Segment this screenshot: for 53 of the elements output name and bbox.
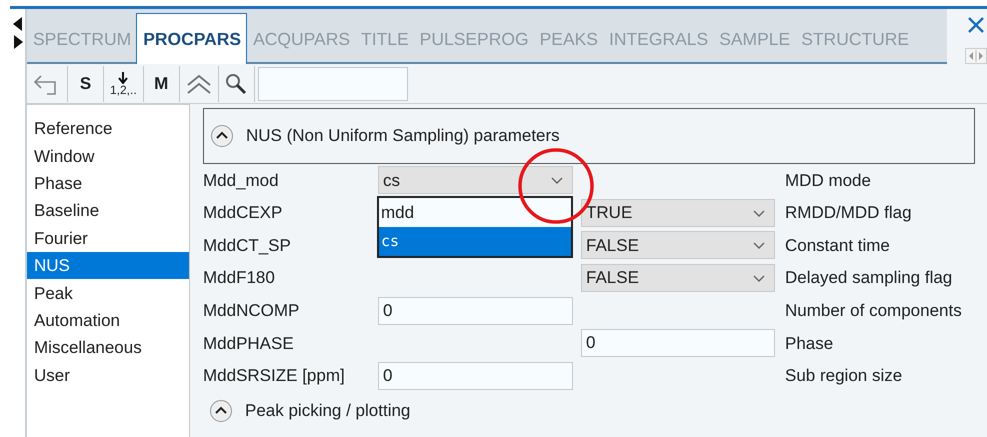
- sidebar-item[interactable]: Peak: [27, 279, 189, 307]
- chevron-down-icon: [550, 175, 564, 186]
- sidebar-item[interactable]: Reference: [27, 115, 189, 142]
- parameter-description: MDD mode: [785, 170, 872, 192]
- parameter-label: MddCEXP: [203, 202, 284, 224]
- collapse-icon[interactable]: [209, 398, 233, 423]
- text-field[interactable]: 0: [378, 296, 573, 325]
- dropdown[interactable]: FALSE: [581, 231, 775, 260]
- tab[interactable]: PROCPARS: [136, 12, 248, 64]
- toolbar-button[interactable]: S: [68, 66, 104, 102]
- sidebar-item[interactable]: NUS: [27, 252, 189, 280]
- dropdown[interactable]: cs: [378, 166, 573, 194]
- chevron-down-icon: [752, 273, 766, 284]
- section-title: NUS (Non Uniform Sampling) parameters: [246, 125, 560, 148]
- parameter-description: Constant time: [785, 234, 891, 257]
- double-chevron-icon: [186, 72, 212, 94]
- parameter-label: MddPHASE: [203, 332, 295, 355]
- parameter-description: Sub region size: [785, 365, 904, 388]
- text-field[interactable]: 0: [581, 329, 775, 358]
- parameter-description: Number of components: [785, 300, 963, 322]
- close-icon: [967, 16, 985, 34]
- chevron-down-icon: [752, 208, 766, 218]
- toolbar-button[interactable]: M: [144, 66, 180, 102]
- parameter-label: Mdd_mod: [203, 170, 280, 192]
- sidebar-item[interactable]: Phase: [27, 170, 189, 198]
- search-icon: [225, 72, 248, 94]
- dropdown-option[interactable]: cs: [379, 227, 571, 256]
- parameter-label: MddCT_SP: [203, 234, 292, 257]
- parameter-description: Delayed sampling flag: [785, 267, 954, 290]
- search-field[interactable]: [258, 66, 408, 100]
- text-field[interactable]: 0: [378, 362, 573, 390]
- down-arrow-icon: [118, 72, 128, 84]
- parameter-label: MddSRSIZE [ppm]: [203, 365, 346, 388]
- dropdown[interactable]: FALSE: [581, 264, 775, 292]
- parameter-label: MddF180: [203, 267, 276, 290]
- sidebar-item[interactable]: Automation: [27, 306, 189, 334]
- sidebar-item[interactable]: User: [27, 362, 189, 389]
- dropdown[interactable]: TRUE: [581, 198, 775, 227]
- sidebar-item[interactable]: Baseline: [27, 197, 189, 225]
- section-title: Peak picking / plotting: [245, 400, 410, 422]
- expand-right-icon[interactable]: [13, 35, 23, 49]
- parameter-label: MddNCOMP: [203, 300, 300, 322]
- collapse-left-icon[interactable]: [13, 17, 23, 31]
- chevron-down-icon: [752, 240, 766, 250]
- scroll-arrows-icon[interactable]: [965, 48, 987, 64]
- dropdown-option[interactable]: mdd: [379, 198, 571, 227]
- sidebar-item[interactable]: Miscellaneous: [27, 334, 189, 362]
- sidebar-item[interactable]: Fourier: [27, 224, 189, 252]
- collapse-icon[interactable]: [210, 124, 234, 148]
- sidebar-item[interactable]: Window: [27, 142, 189, 170]
- parameter-description: RMDD/MDD flag: [785, 202, 913, 224]
- parameter-description: Phase: [785, 332, 834, 355]
- numbering-button[interactable]: 1,2,..: [104, 66, 144, 102]
